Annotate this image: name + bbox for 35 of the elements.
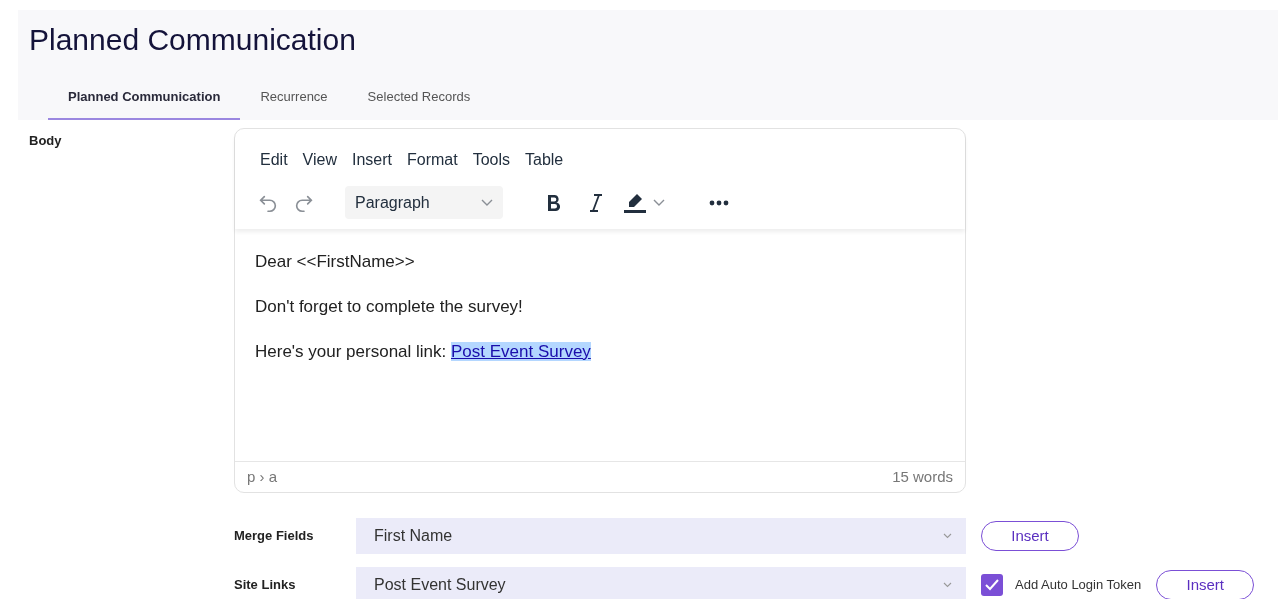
- block-format-dropdown[interactable]: Paragraph: [345, 186, 503, 219]
- dropdown[interactable]: First Name: [356, 518, 966, 554]
- survey-link[interactable]: Post Event Survey: [451, 342, 591, 361]
- chevron-down-icon[interactable]: [653, 198, 665, 207]
- body-text: Dear <<FirstName>>: [255, 251, 415, 273]
- menu-item[interactable]: Edit: [260, 148, 288, 172]
- checkmark-icon: [985, 579, 999, 591]
- body-text: Don't forget to complete the survey!: [255, 296, 523, 318]
- chevron-down-icon: [943, 582, 952, 588]
- more-icon[interactable]: [709, 199, 729, 206]
- element-path: p › a: [247, 466, 277, 487]
- highlighter-icon[interactable]: [623, 191, 647, 214]
- checkbox-label: Add Auto Login Token: [1015, 576, 1142, 595]
- insert-button[interactable]: Insert: [981, 521, 1079, 551]
- menu-item[interactable]: Insert: [351, 148, 392, 172]
- body-label: Body: [29, 132, 63, 150]
- bold-icon[interactable]: [545, 192, 563, 213]
- menu-item[interactable]: Tools: [472, 148, 510, 172]
- italic-icon[interactable]: [589, 192, 603, 213]
- menu-item[interactable]: View: [302, 148, 337, 172]
- chevron-down-icon: [481, 198, 493, 207]
- page-title: Planned Communication: [29, 22, 356, 58]
- tab[interactable]: Selected Records: [347, 76, 491, 120]
- chevron-down-icon: [943, 533, 952, 539]
- menu-item[interactable]: Table: [525, 148, 564, 172]
- checkbox[interactable]: [981, 574, 1003, 596]
- menu-item[interactable]: Format: [407, 148, 458, 172]
- field-label: Site Links: [234, 576, 297, 595]
- tab[interactable]: Recurrence: [240, 76, 348, 120]
- word-count: 15 words: [892, 466, 953, 487]
- tab[interactable]: Planned Communication: [48, 76, 241, 120]
- insert-button[interactable]: Insert: [1156, 570, 1255, 599]
- dropdown[interactable]: Post Event Survey: [356, 567, 966, 599]
- field-label: Merge Fields: [234, 527, 315, 546]
- body-text: Here's your personal link: Post Event Survey: [255, 341, 591, 363]
